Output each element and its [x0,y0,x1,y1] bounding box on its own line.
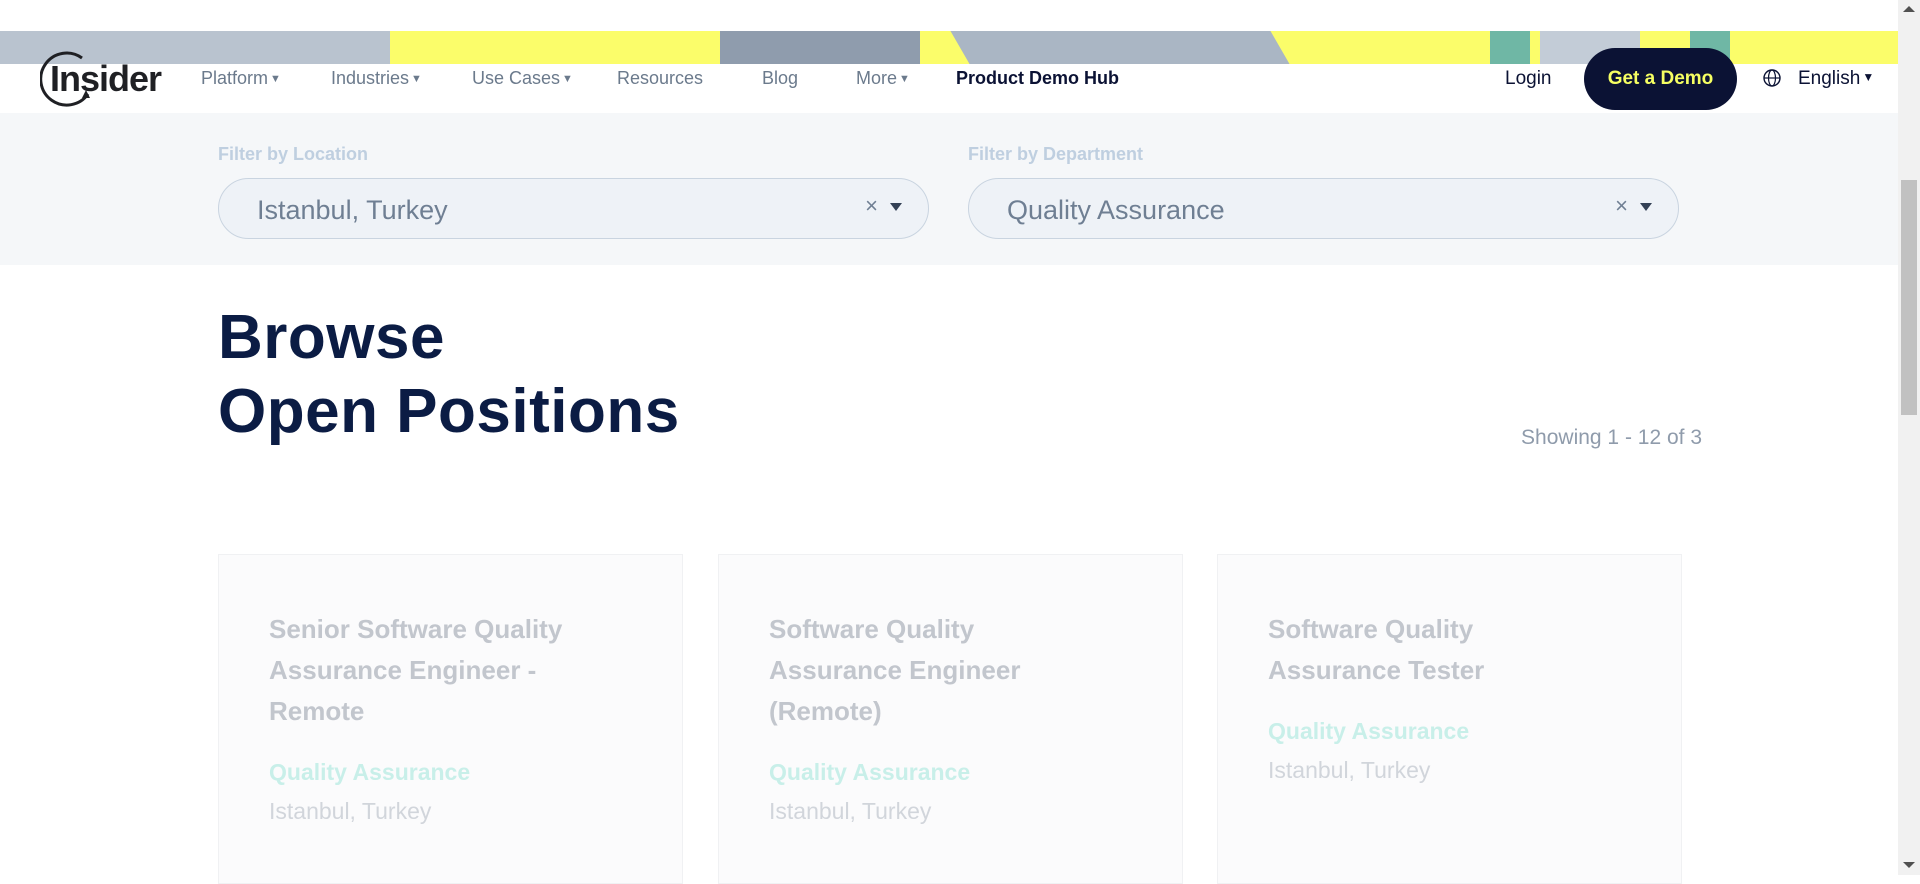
logo-text[interactable]: Insider [50,58,162,100]
scroll-down-icon[interactable] [1903,862,1915,868]
page-title-line-1: Browse [218,303,445,372]
clear-icon[interactable]: × [865,193,878,219]
nav-item-use-cases[interactable]: Use Cases ▼ [472,68,573,89]
job-card[interactable]: Software Quality Assurance Tester Qualit… [1217,554,1682,884]
caret-down-icon[interactable] [890,203,902,211]
job-card[interactable]: Senior Software Quality Assurance Engine… [218,554,683,884]
location-filter-label: Filter by Location [218,144,369,164]
job-title: Software Quality Assurance Engineer (Rem… [769,614,1021,726]
department-filter-label: Filter by Department [968,144,1144,164]
chevron-down-icon: ▼ [1862,70,1875,84]
nav-label: Platform [201,68,269,88]
language-selector[interactable]: English ▼ [1798,68,1874,90]
chevron-down-icon: ▼ [270,73,281,85]
job-location: Istanbul, Turkey [1268,757,1431,783]
job-title: Software Quality Assurance Tester [1268,614,1485,685]
nav-label: Resources [617,68,704,88]
scrollbar[interactable] [1898,0,1920,875]
nav-label: Product Demo Hub [956,68,1120,88]
get-a-demo-button[interactable]: Get a Demo [1584,48,1737,110]
department-filter-value: Quality Assurance [1007,195,1225,225]
job-department: Quality Assurance [269,759,471,785]
chevron-down-icon: ▼ [411,73,422,85]
nav-item-industries[interactable]: Industries ▼ [331,68,422,89]
chevron-down-icon: ▼ [899,73,910,85]
login-link[interactable]: Login [1505,68,1552,90]
hero-top-white [0,0,1898,31]
nav-label: Industries [331,68,410,88]
hero-shape [720,31,920,64]
nav-label: Use Cases [472,68,561,88]
language-label: English [1798,68,1861,89]
page-title-line-2: Open Positions [218,377,680,446]
nav-label: Blog [762,68,799,88]
job-department: Quality Assurance [769,759,971,785]
nav-item-platform[interactable]: Platform ▼ [201,68,281,89]
nav-item-resources[interactable]: Resources [617,68,703,89]
hero-shape [1490,31,1530,64]
job-title: Senior Software Quality Assurance Engine… [269,614,563,726]
nav-item-blog[interactable]: Blog [762,68,798,89]
location-filter-select[interactable]: Istanbul, Turkey × [218,178,929,239]
scrollbar-thumb[interactable] [1901,180,1917,415]
location-filter-value: Istanbul, Turkey [257,195,448,225]
job-department: Quality Assurance [1268,718,1470,744]
globe-icon [1763,69,1781,87]
nav-item-product-demo-hub[interactable]: Product Demo Hub [956,68,1119,89]
job-location: Istanbul, Turkey [269,798,432,824]
chevron-down-icon: ▼ [562,73,573,85]
nav-label: More [856,68,898,88]
department-filter-select[interactable]: Quality Assurance × [968,178,1679,239]
job-card[interactable]: Software Quality Assurance Engineer (Rem… [718,554,1183,884]
nav-item-more[interactable]: More ▼ [856,68,910,89]
job-location: Istanbul, Turkey [769,798,932,824]
hero-shape [950,31,1290,64]
scroll-up-icon[interactable] [1903,6,1915,12]
results-count: Showing 1 - 12 of 3 [1521,426,1702,449]
clear-icon[interactable]: × [1615,193,1628,219]
caret-down-icon[interactable] [1640,203,1652,211]
